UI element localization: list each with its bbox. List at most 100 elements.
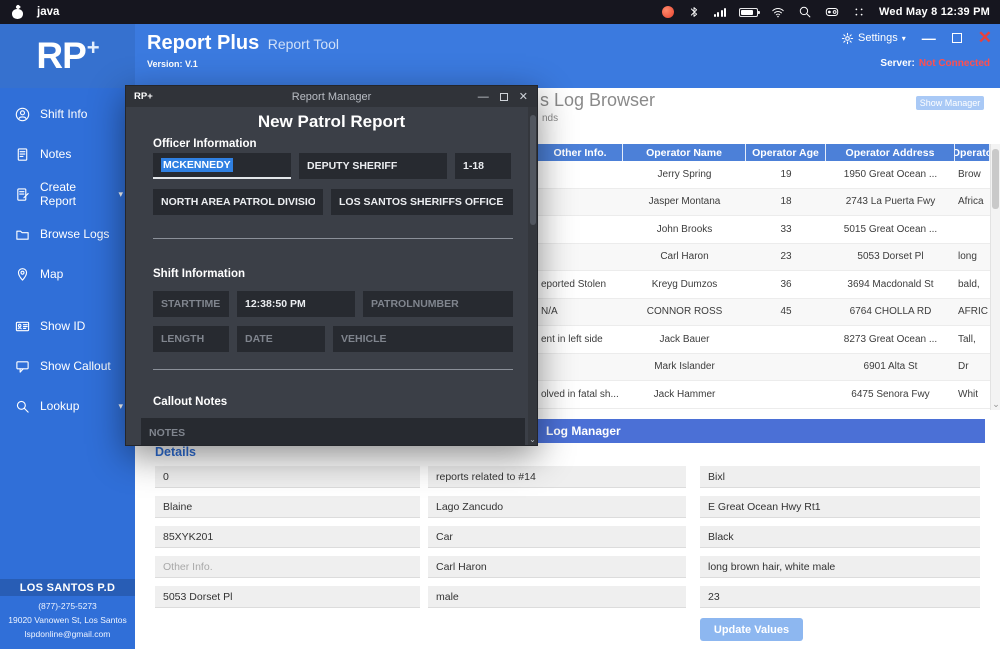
cell-name: Jack Bauer — [623, 326, 746, 353]
officer-badge-input[interactable] — [455, 153, 511, 179]
officer-division-input[interactable] — [153, 189, 323, 215]
report-manager-window: RP+ Report Manager — ✕ New Patrol Report… — [125, 85, 538, 446]
column-header-name[interactable]: Operator Name — [623, 144, 746, 161]
modal-scrollbar[interactable]: ⌄ — [528, 107, 537, 445]
close-button[interactable]: ✕ — [978, 31, 992, 45]
contact-phone: (877)-275-5273 — [2, 599, 133, 613]
cell-age: 23 — [746, 244, 826, 271]
update-values-button[interactable]: Update Values — [700, 618, 803, 641]
cell-name: Jack Hammer — [623, 381, 746, 408]
officer-name-input[interactable]: MCKENNEDY — [153, 153, 291, 179]
table-scrollbar[interactable]: ⌄ — [990, 144, 1000, 410]
cell-age: 36 — [746, 271, 826, 298]
column-header-address[interactable]: Operator Address — [826, 144, 955, 161]
details-field-r5-c2[interactable] — [428, 586, 686, 608]
minimize-button[interactable]: — — [922, 33, 936, 43]
details-field-r1-c3[interactable] — [700, 466, 980, 488]
details-field-r2-c1[interactable] — [155, 496, 420, 518]
details-field-r5-c1[interactable] — [155, 586, 420, 608]
control-center-icon[interactable] — [825, 5, 839, 19]
menubar-left: java — [0, 6, 59, 19]
details-field-r5-c3[interactable] — [700, 586, 980, 608]
cell-other: N/A — [538, 299, 623, 326]
app-logo-plus: + — [87, 35, 100, 61]
cell-other — [538, 189, 623, 216]
details-field-r4-c3[interactable] — [700, 556, 980, 578]
scroll-down-icon[interactable]: ⌄ — [991, 399, 1000, 410]
apple-menu-icon[interactable] — [12, 6, 24, 19]
bluetooth-icon[interactable] — [687, 5, 701, 19]
details-field-r2-c2[interactable] — [428, 496, 686, 518]
details-field-r3-c1[interactable] — [155, 526, 420, 548]
notes-input[interactable] — [141, 418, 525, 446]
modal-heading: New Patrol Report — [126, 112, 537, 132]
cell-desc: Africa — [955, 189, 990, 216]
sidebar-item-notes[interactable]: Notes — [0, 134, 135, 174]
menubar-clock[interactable]: Wed May 8 12:39 PM — [879, 6, 990, 18]
record-indicator-icon[interactable] — [662, 6, 674, 18]
officer-rank-input[interactable] — [299, 153, 447, 179]
cell-desc: Dr — [955, 354, 990, 381]
sidebar-item-shift-info[interactable]: Shift Info — [0, 94, 135, 134]
modal-scroll-down-icon[interactable]: ⌄ — [528, 435, 537, 444]
wifi-icon[interactable] — [771, 5, 785, 19]
cell-age: 18 — [746, 189, 826, 216]
details-field-r3-c2[interactable] — [428, 526, 686, 548]
modal-titlebar[interactable]: RP+ Report Manager — ✕ — [126, 86, 537, 107]
column-header-other[interactable]: Other Info. — [538, 144, 623, 161]
time-input[interactable] — [237, 291, 355, 317]
details-label: Details — [155, 445, 196, 459]
chevron-down-icon: ▾ — [118, 189, 123, 200]
sidebar-item-label: Show Callout — [40, 359, 111, 373]
folder-icon — [15, 227, 30, 242]
vehicle-input[interactable] — [333, 326, 513, 352]
cell-address: 5053 Dorset Pl — [826, 244, 955, 271]
cellular-signal-icon[interactable] — [714, 7, 727, 17]
sidebar-item-show-callout[interactable]: Show Callout — [0, 346, 135, 386]
settings-button[interactable]: Settings ▾ — [841, 32, 906, 45]
details-field-r1-c1[interactable] — [155, 466, 420, 488]
cell-age: 19 — [746, 161, 826, 188]
sidebar-item-map[interactable]: Map — [0, 254, 135, 294]
sidebar-item-lookup[interactable]: Lookup▾ — [0, 386, 135, 426]
modal-scrollbar-thumb[interactable] — [530, 115, 536, 225]
battery-icon[interactable] — [739, 8, 758, 17]
length-input[interactable] — [153, 326, 229, 352]
details-field-r3-c3[interactable] — [700, 526, 980, 548]
cell-desc: bald, — [955, 271, 990, 298]
cell-address: 1950 Great Ocean ... — [826, 161, 955, 188]
menu-grid-icon[interactable] — [852, 5, 866, 19]
cell-other — [538, 244, 623, 271]
cell-age — [746, 354, 826, 381]
shift-information-label: Shift Information — [153, 268, 245, 280]
maximize-button[interactable] — [952, 33, 962, 43]
cell-desc: long — [955, 244, 990, 271]
details-field-r1-c2[interactable] — [428, 466, 686, 488]
cell-age — [746, 381, 826, 408]
spotlight-icon[interactable] — [798, 5, 812, 19]
cell-name: Kreyg Dumzos — [623, 271, 746, 298]
chevron-down-icon: ▾ — [118, 401, 123, 412]
patrolnumber-input[interactable] — [363, 291, 513, 317]
officer-information-label: Officer Information — [153, 138, 257, 150]
sidebar-item-label: Create Report — [40, 180, 108, 208]
date-input[interactable] — [237, 326, 325, 352]
sidebar-item-create-report[interactable]: Create Report ▾ — [0, 174, 135, 214]
starttime-input[interactable] — [153, 291, 229, 317]
show-manager-button[interactable]: Show Manager — [916, 96, 984, 110]
scrollbar-thumb[interactable] — [992, 149, 999, 209]
cell-other: ent in left side — [538, 326, 623, 353]
sidebar-group-2: Show ID Show Callout Lookup▾ — [0, 306, 135, 426]
app-logo-text: RP — [36, 35, 85, 77]
details-field-r4-c2[interactable] — [428, 556, 686, 578]
officer-office-input[interactable] — [331, 189, 513, 215]
sidebar-item-browse-logs[interactable]: Browse Logs — [0, 214, 135, 254]
cell-address: 6764 CHOLLA RD — [826, 299, 955, 326]
menubar-app-name[interactable]: java — [37, 6, 59, 18]
column-header-age[interactable]: Operator Age — [746, 144, 826, 161]
sidebar-item-show-id[interactable]: Show ID — [0, 306, 135, 346]
cell-address: 5015 Great Ocean ... — [826, 216, 955, 243]
details-field-r4-c1[interactable] — [155, 556, 420, 578]
details-field-r2-c3[interactable] — [700, 496, 980, 518]
column-header-desc[interactable]: Operato — [955, 144, 990, 161]
